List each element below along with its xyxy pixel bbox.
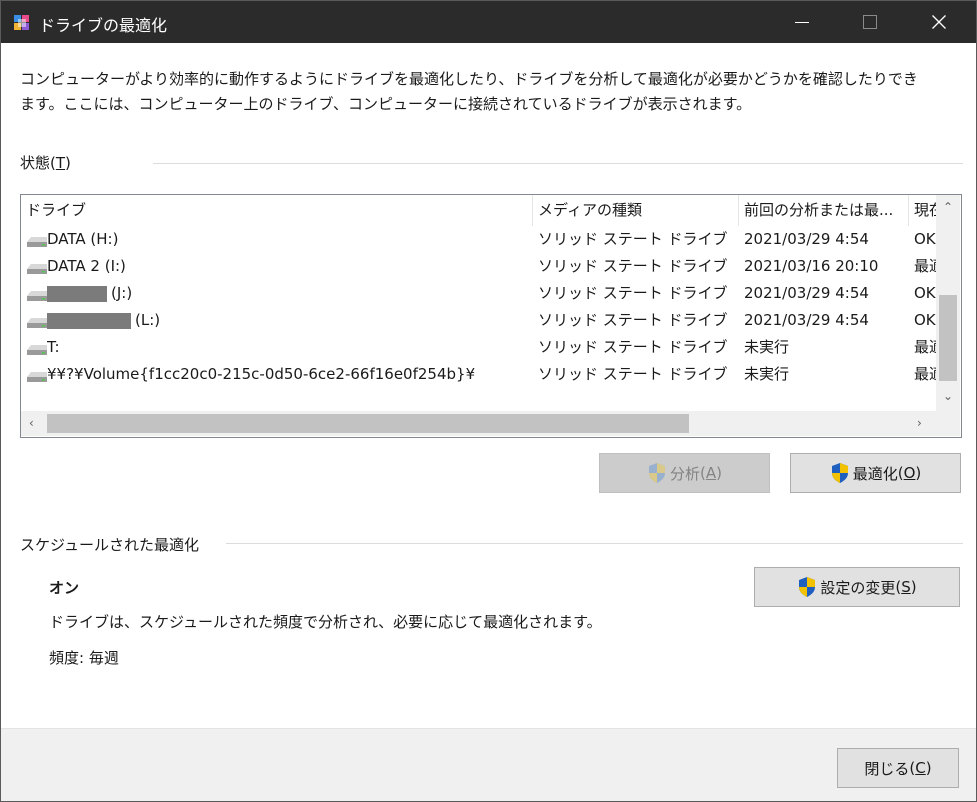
drive-media-type: ソリッド ステート ドライブ (538, 311, 728, 329)
drive-rows: DATA (H:) ソリッド ステート ドライブ 2021/03/29 4:54 OK… (21, 226, 936, 388)
analyze-button[interactable]: 分析(A) (599, 453, 770, 493)
drive-row[interactable]: DATA (H:) ソリッド ステート ドライブ 2021/03/29 4:54 OK (21, 226, 936, 253)
uac-shield-icon (649, 463, 665, 483)
scroll-up-icon[interactable]: ⌃ (943, 201, 953, 213)
drive-current-status: 最適化が必要です (914, 338, 936, 356)
drive-current-status: OK (914, 284, 936, 302)
drive-list[interactable]: ドライブ メディアの種類 前回の分析または最... 現在 DATA (H:) ソリ… (20, 194, 962, 438)
drive-icon (27, 237, 47, 247)
close-button[interactable]: 閉じる(C) (837, 748, 959, 788)
drive-last-run: 2021/03/29 4:54 (744, 284, 869, 302)
drive-last-run: 2021/03/29 4:54 (744, 311, 869, 329)
drive-name: (J:) (47, 280, 533, 307)
drive-media-type: ソリッド ステート ドライブ (538, 230, 728, 248)
vertical-scrollbar[interactable]: ⌃ ⌄ (936, 195, 960, 411)
scroll-left-icon[interactable]: ‹ (29, 417, 34, 429)
schedule-frequency: 頻度: 毎週 (49, 649, 119, 667)
drive-name: (L:) (47, 307, 533, 334)
drive-row[interactable]: DATA 2 (I:) ソリッド ステート ドライブ 2021/03/16 20:1… (21, 253, 936, 280)
schedule-state: オン (49, 579, 80, 597)
drive-current-status: 最適化が必要です (914, 257, 936, 275)
drive-last-run: 2021/03/29 4:54 (744, 230, 869, 248)
defrag-app-icon (14, 15, 29, 30)
drive-list-header: ドライブ メディアの種類 前回の分析または最... 現在 (21, 195, 936, 226)
drive-name: DATA (H:) (47, 230, 119, 248)
drive-icon (27, 264, 47, 274)
schedule-divider (226, 543, 963, 544)
drive-name: DATA 2 (I:) (47, 257, 126, 275)
horizontal-scroll-thumb[interactable] (47, 414, 689, 433)
drive-media-type: ソリッド ステート ドライブ (538, 338, 728, 356)
drive-last-run: 未実行 (744, 365, 790, 383)
drive-row[interactable]: T: ソリッド ステート ドライブ未実行 最適化が必要です (21, 334, 936, 361)
change-settings-button[interactable]: 設定の変更(S) (754, 567, 960, 607)
drive-media-type: ソリッド ステート ドライブ (538, 257, 728, 275)
description-text: コンピューターがより効率的に動作するようにドライブを最適化したり、ドライブを分析… (20, 70, 918, 113)
optimize-button[interactable]: 最適化(O) (790, 453, 961, 493)
drive-current-status: 最適化が必要です (914, 365, 936, 383)
drive-current-status: OK (914, 311, 936, 329)
drive-current-status: OK (914, 230, 936, 248)
optimize-drives-window: ドライブの最適化 コンピューターがより効率的に動作するようにドライブを最適化した… (0, 0, 977, 802)
drive-icon (27, 318, 47, 328)
drive-name: ¥¥?¥Volume{f1cc20c0-215c-0d50-6ce2-66f16… (47, 365, 476, 383)
footer-bar: 閉じる(C) (1, 728, 976, 801)
drive-last-run: 2021/03/16 20:10 (744, 257, 879, 275)
scroll-right-icon[interactable]: › (917, 417, 922, 429)
scroll-down-icon[interactable]: ⌄ (943, 390, 953, 402)
schedule-description: ドライブは、スケジュールされた頻度で分析され、必要に応じて最適化されます。 (49, 613, 602, 631)
drive-media-type: ソリッド ステート ドライブ (538, 284, 728, 302)
close-window-button[interactable] (909, 1, 969, 43)
drive-row[interactable]: ¥¥?¥Volume{f1cc20c0-215c-0d50-6ce2-66f16… (21, 361, 936, 388)
uac-shield-icon (799, 577, 816, 597)
close-icon (932, 15, 946, 29)
drive-last-run: 未実行 (744, 338, 790, 356)
drive-icon (27, 345, 47, 355)
status-divider (153, 163, 963, 164)
drive-icon (27, 372, 47, 382)
drive-media-type: ソリッド ステート ドライブ (538, 365, 728, 383)
title-bar[interactable]: ドライブの最適化 (1, 1, 976, 43)
drive-icon (27, 291, 47, 301)
minimize-button[interactable] (772, 1, 832, 43)
schedule-group-label: スケジュールされた最適化 (20, 536, 199, 554)
redacted-drive-label (47, 285, 107, 302)
column-header-current-status[interactable]: 現在 (909, 195, 936, 226)
drive-name: T: (47, 338, 60, 356)
status-group-label: 状態(T) (20, 154, 71, 172)
column-header-last-run[interactable]: 前回の分析または最... (739, 195, 909, 226)
window-title: ドライブの最適化 (39, 16, 168, 35)
scrollbar-corner (936, 411, 960, 436)
column-header-media-type[interactable]: メディアの種類 (533, 195, 739, 226)
uac-shield-icon (831, 463, 848, 483)
redacted-drive-label (47, 312, 131, 329)
drive-row[interactable]: (J:) ソリッド ステート ドライブ 2021/03/29 4:54 OK (21, 280, 936, 307)
vertical-scroll-thumb[interactable] (939, 295, 957, 381)
column-header-drive[interactable]: ドライブ (21, 195, 533, 226)
horizontal-scrollbar[interactable]: ‹ › (21, 411, 936, 436)
drive-row[interactable]: (L:) ソリッド ステート ドライブ 2021/03/29 4:54 OK (21, 307, 936, 334)
maximize-button[interactable] (839, 1, 899, 43)
